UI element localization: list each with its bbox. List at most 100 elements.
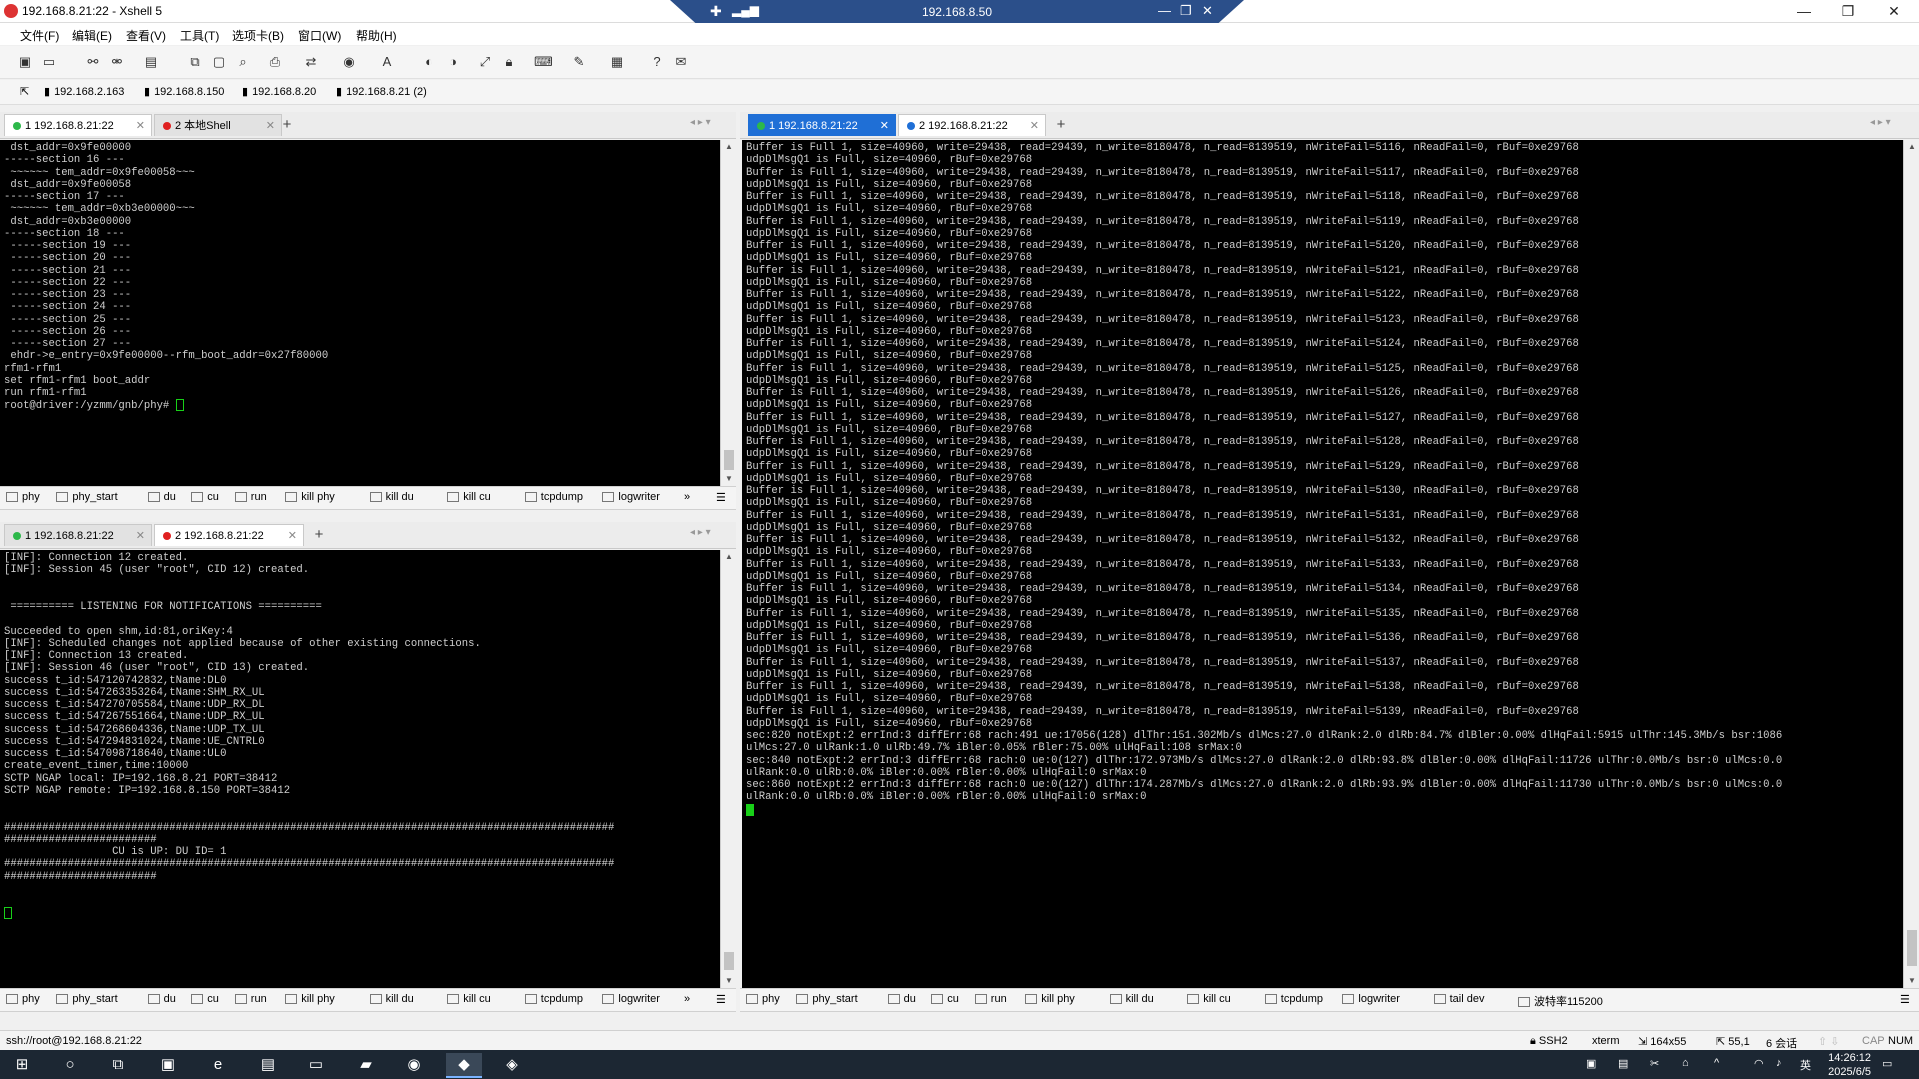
globe-icon[interactable]: ◉ xyxy=(340,54,358,70)
tray-chevron-icon[interactable]: ^ xyxy=(1714,1057,1719,1069)
quick-command-button[interactable]: kill phy xyxy=(285,491,335,503)
quick-command-button[interactable]: phy_start xyxy=(56,491,118,503)
tab-scroll-arrows[interactable]: ◂ ▸ ▾ xyxy=(690,527,711,538)
app-xftp-icon[interactable]: ◈ xyxy=(494,1053,530,1076)
find-icon[interactable]: ⌕ xyxy=(234,54,252,70)
quick-command-button[interactable]: logwriter xyxy=(602,993,660,1005)
menu-view[interactable]: 查看(V) xyxy=(126,27,166,44)
menu-icon[interactable]: ☰ xyxy=(716,993,726,1006)
tray-volume-icon[interactable]: ♪ xyxy=(1776,1057,1782,1069)
tray-screenshot-icon[interactable]: ✂ xyxy=(1650,1057,1659,1070)
keyboard-icon[interactable]: ⌨ xyxy=(534,54,553,70)
tray-wifi-icon[interactable]: ◠ xyxy=(1754,1057,1764,1070)
app-store-icon[interactable]: ▤ xyxy=(250,1053,286,1076)
quick-command-button[interactable]: cu xyxy=(191,491,219,503)
xmanager-icon[interactable]: ◑ xyxy=(444,54,462,70)
session-nav-arrows[interactable]: ⇧ ⇩ xyxy=(1818,1035,1840,1048)
close-tab-icon[interactable]: ✕ xyxy=(1030,115,1039,137)
xftp-icon[interactable]: ◐ xyxy=(420,54,438,70)
tray-app-icon[interactable]: ▤ xyxy=(1618,1057,1628,1070)
close-tab-icon[interactable]: ✕ xyxy=(266,115,275,137)
tab-session-2[interactable]: 2 192.168.8.21:22 ✕ xyxy=(154,524,304,546)
font-icon[interactable]: A xyxy=(378,54,396,70)
app-explorer-icon[interactable]: ▰ xyxy=(348,1053,384,1076)
quick-command-button[interactable]: run xyxy=(234,491,267,503)
scrollbar-right[interactable]: ▲ ▼ xyxy=(1903,140,1919,988)
properties-icon[interactable]: ▤ xyxy=(142,54,160,70)
quick-command-button[interactable]: du xyxy=(147,491,176,503)
remote-minimize-button[interactable]: — xyxy=(1158,3,1171,18)
menu-help[interactable]: 帮助(H) xyxy=(356,27,397,44)
app-xshell-icon[interactable]: ◆ xyxy=(446,1053,482,1078)
scroll-thumb[interactable] xyxy=(724,450,734,470)
scroll-thumb[interactable] xyxy=(724,952,734,970)
quick-command-button[interactable]: kill du xyxy=(369,993,414,1005)
paste-icon[interactable]: ▢ xyxy=(210,54,228,70)
tray-app-icon[interactable]: ▣ xyxy=(1586,1057,1596,1070)
app-remote-desktop-icon[interactable]: ▣ xyxy=(150,1053,186,1076)
menu-icon[interactable]: ☰ xyxy=(1900,993,1910,1006)
chat-icon[interactable]: ✉ xyxy=(672,54,690,70)
quick-command-button[interactable]: run xyxy=(974,993,1007,1005)
notification-icon[interactable]: ▭ xyxy=(1882,1057,1892,1070)
quick-command-button[interactable]: du xyxy=(887,993,916,1005)
menu-window[interactable]: 窗口(W) xyxy=(298,27,341,44)
lock-icon[interactable]: 🔒︎ xyxy=(500,54,518,70)
bookmark-item[interactable]: ▮ 192.168.8.20 xyxy=(242,85,316,98)
quick-command-button[interactable]: run xyxy=(234,993,267,1005)
quick-command-button[interactable]: kill du xyxy=(1109,993,1154,1005)
quick-command-button[interactable]: tail dev xyxy=(1433,993,1484,1005)
menu-file[interactable]: 文件(F) xyxy=(20,27,59,44)
scroll-up-icon[interactable]: ▲ xyxy=(1904,142,1919,151)
quick-command-button[interactable]: kill cu xyxy=(447,491,491,503)
open-icon[interactable]: ▭ xyxy=(40,54,58,70)
add-tab-button[interactable]: + xyxy=(278,115,296,135)
bookmark-item[interactable]: ▮ 192.168.8.21 (2) xyxy=(336,85,427,98)
quick-command-button[interactable]: tcpdump xyxy=(524,491,583,503)
terminal-bottom-left[interactable]: [INF]: Connection 12 created. [INF]: Sess… xyxy=(0,550,720,988)
quick-command-button[interactable]: tcpdump xyxy=(524,993,583,1005)
copy-icon[interactable]: ⧉ xyxy=(186,54,204,70)
quick-command-button[interactable]: phy xyxy=(6,993,40,1005)
disconnect-icon[interactable]: ⚮ xyxy=(108,54,126,70)
quick-command-button[interactable]: kill cu xyxy=(1187,993,1231,1005)
tab-scroll-arrows[interactable]: ◂ ▸ ▾ xyxy=(690,117,711,128)
tab-session-1[interactable]: 1 192.168.8.21:22 ✕ xyxy=(4,524,152,546)
task-view-icon[interactable]: ⧉ xyxy=(100,1053,136,1076)
quick-command-button[interactable]: kill phy xyxy=(285,993,335,1005)
scrollbar-bottom-left[interactable]: ▲ ▼ xyxy=(720,550,737,988)
quick-command-button[interactable]: cu xyxy=(931,993,959,1005)
app-edge-icon[interactable]: e xyxy=(200,1053,236,1076)
close-tab-icon[interactable]: ✕ xyxy=(136,115,145,137)
help-icon[interactable]: ? xyxy=(648,54,666,70)
app-chrome-icon[interactable]: ◉ xyxy=(396,1053,432,1076)
fullscreen-icon[interactable]: ⤢ xyxy=(476,54,494,70)
quick-command-button[interactable]: phy_start xyxy=(796,993,858,1005)
scroll-thumb[interactable] xyxy=(1907,930,1917,966)
more-icon[interactable]: » xyxy=(684,993,690,1005)
tab-session-1[interactable]: 1 192.168.8.21:22 ✕ xyxy=(4,114,152,136)
scroll-down-icon[interactable]: ▼ xyxy=(721,474,737,483)
menu-edit[interactable]: 编辑(E) xyxy=(72,27,112,44)
maximize-button[interactable]: ❐ xyxy=(1826,0,1870,22)
bookmark-item[interactable]: ▮ 192.168.2.163 xyxy=(44,85,124,98)
quick-command-button[interactable]: du xyxy=(147,993,176,1005)
quick-command-button[interactable]: cu xyxy=(191,993,219,1005)
quick-command-button[interactable]: tcpdump xyxy=(1264,993,1323,1005)
quick-command-button[interactable]: kill du xyxy=(369,491,414,503)
terminal-top-left[interactable]: dst_addr=0x9fe00000 -----section 16 --- ~… xyxy=(0,140,720,486)
scroll-up-icon[interactable]: ▲ xyxy=(721,552,737,561)
print-icon[interactable]: ⎙ xyxy=(266,54,284,70)
remote-restore-button[interactable]: ❐ xyxy=(1180,3,1192,19)
quick-command-button[interactable]: phy xyxy=(6,491,40,503)
close-button[interactable]: ✕ xyxy=(1872,0,1916,22)
connect-icon[interactable]: ⚯ xyxy=(84,54,102,70)
add-tab-button[interactable]: + xyxy=(1052,115,1070,135)
links-bar-icon[interactable]: ⇱ xyxy=(20,85,29,98)
menu-tabs[interactable]: 选项卡(B) xyxy=(232,27,284,44)
transfer-icon[interactable]: ⇄ xyxy=(302,54,320,70)
scrollbar-top-left[interactable]: ▲ ▼ xyxy=(720,140,737,486)
quick-command-button[interactable]: phy xyxy=(746,993,780,1005)
close-tab-icon[interactable]: ✕ xyxy=(288,525,297,547)
start-windows-icon[interactable]: ⊞ xyxy=(4,1053,40,1076)
